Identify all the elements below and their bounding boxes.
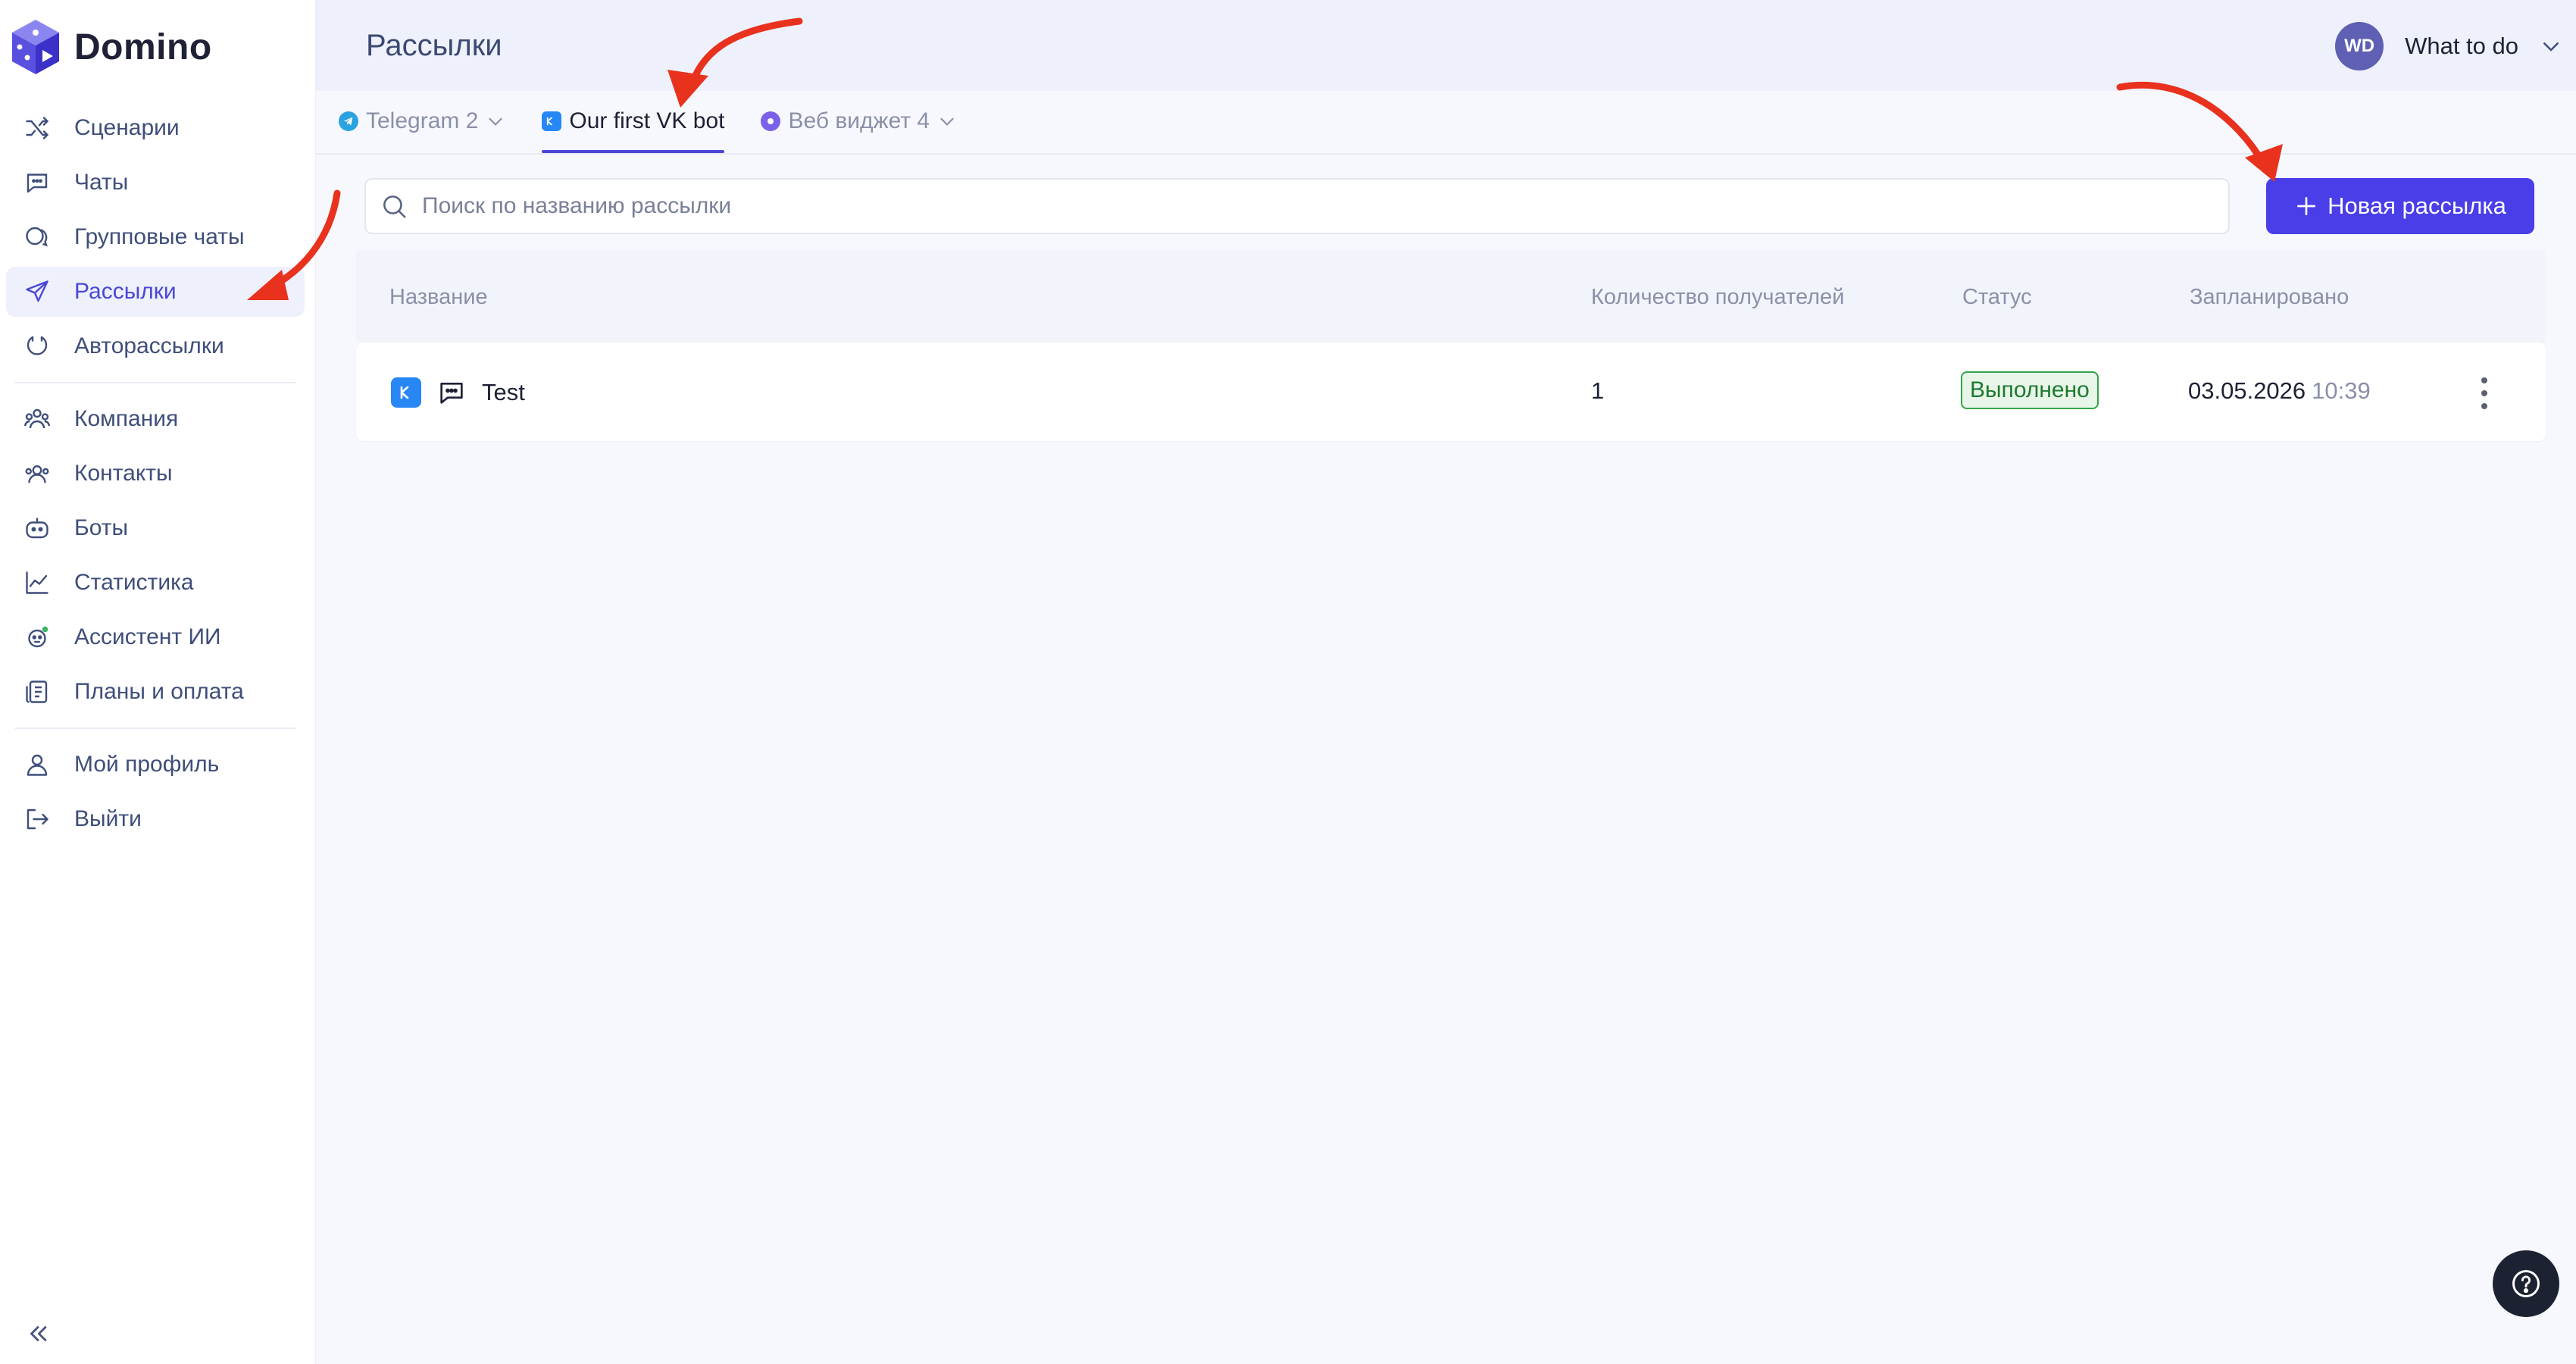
- tab-telegram[interactable]: Telegram 2: [339, 89, 505, 153]
- top-header: Рассылки WD What to do: [316, 0, 2576, 91]
- question-icon: [2512, 1270, 2540, 1297]
- tab-label: Веб виджет 4: [788, 108, 930, 133]
- sidebar-nav: Сценарии Чаты Групповые чаты Рассылки Ав…: [6, 103, 305, 849]
- sidebar-item-label: Ассистент ИИ: [74, 624, 221, 649]
- sidebar-item-label: Выйти: [74, 806, 142, 831]
- sidebar-item-label: Компания: [74, 406, 179, 431]
- chat-icon: [21, 167, 53, 199]
- scheduled-date: 03.05.2026: [2188, 377, 2306, 404]
- nav-divider: [15, 727, 295, 729]
- status-cell: Выполнено: [1961, 371, 2099, 409]
- dot: [2481, 377, 2487, 383]
- status-badge: Выполнено: [1961, 371, 2099, 409]
- shuffle-icon: [21, 112, 53, 144]
- company-icon: [21, 403, 53, 435]
- broadcast-name[interactable]: Test: [482, 379, 525, 406]
- sidebar-item-label: Мой профиль: [74, 752, 220, 777]
- sidebar-item-company[interactable]: Компания: [6, 394, 305, 444]
- app-logo[interactable]: Domino: [11, 17, 212, 77]
- avatar: WD: [2335, 22, 2384, 70]
- contacts-icon: [21, 458, 53, 490]
- tab-web-widget[interactable]: Веб виджет 4: [761, 89, 957, 153]
- broadcast-name-cell: Test: [391, 377, 525, 408]
- tab-label: Our first VK bot: [569, 108, 725, 133]
- search-icon: [383, 196, 406, 218]
- sidebar-item-scenarios[interactable]: Сценарии: [6, 103, 305, 153]
- dot: [2481, 390, 2487, 396]
- nav-divider: [15, 382, 295, 383]
- sidebar-item-label: Сценарии: [74, 115, 180, 140]
- profile-icon: [21, 749, 53, 781]
- logout-icon: [21, 803, 53, 835]
- sidebar-item-label: Чаты: [74, 170, 129, 195]
- double-chevron-left-icon: [30, 1326, 47, 1341]
- page-title: Рассылки: [366, 29, 502, 62]
- new-broadcast-button[interactable]: Новая рассылка: [2266, 178, 2534, 234]
- sidebar-item-contacts[interactable]: Контакты: [6, 449, 305, 499]
- tab-label: Telegram 2: [366, 108, 479, 133]
- sidebar-item-billing[interactable]: Планы и оплата: [6, 667, 305, 717]
- sidebar-item-profile[interactable]: Мой профиль: [6, 740, 305, 790]
- row-menu-button[interactable]: [2473, 374, 2496, 412]
- auto-send-icon: [21, 330, 53, 362]
- sidebar-item-statistics[interactable]: Статистика: [6, 558, 305, 608]
- scheduled-cell: 03.05.2026 10:39: [2188, 377, 2371, 405]
- chevron-down-icon: [940, 117, 954, 126]
- sidebar-item-label: Рассылки: [74, 279, 177, 304]
- sidebar-item-auto-broadcasts[interactable]: Авторассылки: [6, 321, 305, 371]
- chevron-down-icon: [2543, 42, 2559, 52]
- column-header-recipients: Количество получателей: [1591, 285, 1845, 309]
- sidebar: Domino Сценарии Чаты Групповые чаты Расс…: [0, 0, 316, 1364]
- search-input[interactable]: [422, 193, 2165, 219]
- new-broadcast-label: Новая рассылка: [2327, 192, 2506, 219]
- chart-icon: [21, 567, 53, 599]
- column-header-name: Название: [389, 285, 488, 309]
- sidebar-item-label: Планы и оплата: [74, 679, 244, 704]
- column-header-status: Статус: [1962, 285, 2032, 309]
- table-row[interactable]: Test 1 Выполнено 03.05.2026 10:39: [356, 343, 2546, 441]
- sidebar-item-logout[interactable]: Выйти: [6, 794, 305, 844]
- sidebar-item-ai-assistant[interactable]: Ассистент ИИ: [6, 612, 305, 662]
- group-chat-icon: [21, 221, 53, 253]
- search-box: [364, 178, 2230, 234]
- sidebar-item-label: Статистика: [74, 570, 194, 595]
- user-menu[interactable]: WD What to do: [2335, 20, 2562, 73]
- sidebar-item-bots[interactable]: Боты: [6, 503, 305, 553]
- vk-icon: [391, 377, 421, 408]
- scheduled-time: 10:39: [2312, 377, 2371, 404]
- column-header-scheduled: Запланировано: [2190, 285, 2349, 309]
- sidebar-item-label: Контакты: [74, 461, 173, 486]
- web-widget-icon: [761, 111, 781, 131]
- recipients-cell: 1: [1591, 377, 1604, 405]
- sidebar-item-group-chats[interactable]: Групповые чаты: [6, 212, 305, 262]
- sidebar-item-label: Групповые чаты: [74, 224, 245, 249]
- channel-tabs: Telegram 2 Our first VK bot Веб виджет 4: [316, 91, 2576, 155]
- domino-logo-icon: [12, 20, 59, 74]
- help-button[interactable]: [2493, 1250, 2559, 1317]
- sidebar-item-label: Авторассылки: [74, 333, 224, 358]
- user-name: What to do: [2405, 33, 2518, 59]
- sidebar-item-label: Боты: [74, 515, 129, 540]
- sidebar-item-chats[interactable]: Чаты: [6, 158, 305, 208]
- tab-vk-bot[interactable]: Our first VK bot: [542, 89, 725, 153]
- send-icon: [21, 276, 53, 308]
- billing-icon: [21, 676, 53, 708]
- plus-icon: [2297, 197, 2316, 215]
- dot: [2481, 403, 2487, 409]
- app-name: Domino: [74, 27, 212, 67]
- ai-assistant-icon: [21, 621, 53, 653]
- sidebar-item-broadcasts[interactable]: Рассылки: [6, 267, 305, 317]
- chevron-down-icon: [489, 117, 503, 126]
- table-header: Название Количество получателей Статус З…: [356, 250, 2546, 343]
- telegram-icon: [339, 111, 358, 131]
- message-icon: [440, 383, 463, 404]
- recipients-count: 1: [1591, 377, 1605, 404]
- collapse-sidebar-button[interactable]: [23, 1319, 53, 1349]
- vk-icon: [542, 111, 562, 131]
- bot-icon: [21, 512, 53, 544]
